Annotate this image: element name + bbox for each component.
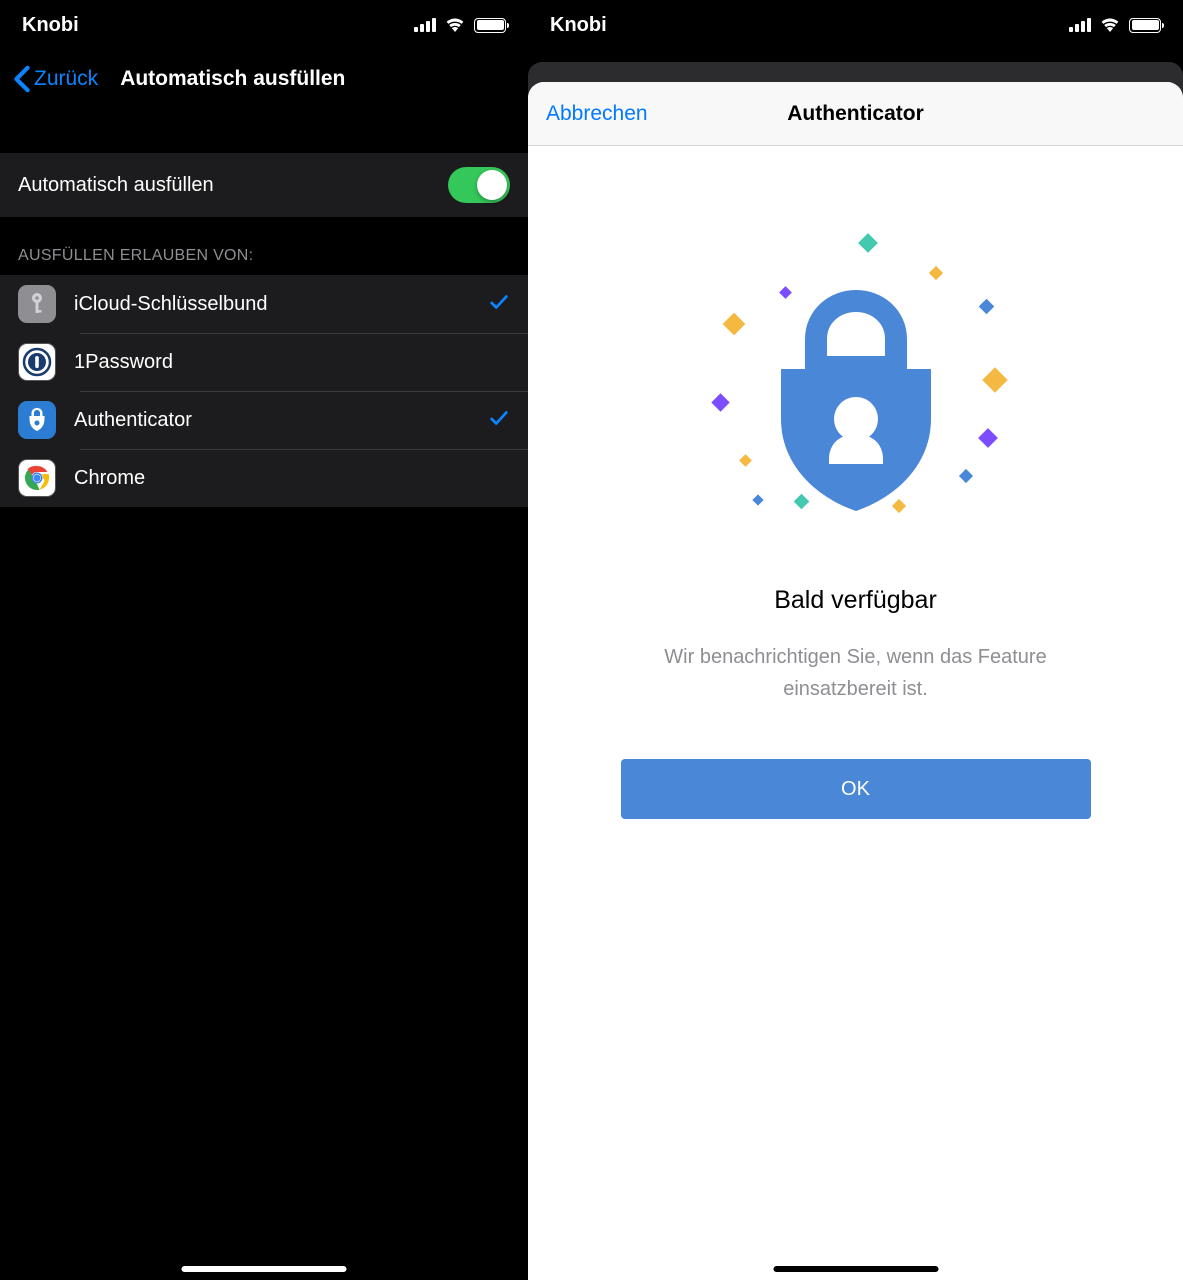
chrome-icon <box>18 459 56 497</box>
signal-icon <box>1069 18 1091 32</box>
app-row-authenticator[interactable]: Authenticator <box>0 391 528 449</box>
autofill-toggle-row[interactable]: Automatisch ausfüllen <box>0 153 528 217</box>
left-screenshot: Knobi Zurück Automatisch ausfüllen Autom… <box>0 0 528 1280</box>
status-icons <box>414 14 506 37</box>
battery-icon <box>474 18 506 33</box>
app-label: Chrome <box>74 467 510 490</box>
sparkle-icon <box>928 266 942 280</box>
carrier-label: Knobi <box>22 14 79 37</box>
home-indicator[interactable] <box>182 1266 347 1272</box>
shield-lock-icon <box>761 281 951 511</box>
right-screenshot: Knobi Abbrechen Authenticator <box>528 0 1183 1280</box>
cancel-button[interactable]: Abbrechen <box>546 102 648 126</box>
app-label: iCloud-Schlüsselbund <box>74 293 488 316</box>
authenticator-modal: Abbrechen Authenticator <box>528 82 1183 1280</box>
app-row-icloud[interactable]: iCloud-Schlüsselbund <box>0 275 528 333</box>
app-label: Authenticator <box>74 409 488 432</box>
nav-title: Automatisch ausfüllen <box>98 67 516 91</box>
sparkle-icon <box>982 367 1007 392</box>
lock-shield-illustration <box>686 226 1026 566</box>
allowed-apps-list: iCloud-Schlüsselbund 1Password Authentic… <box>0 275 528 507</box>
home-indicator[interactable] <box>773 1266 938 1272</box>
key-icon <box>18 285 56 323</box>
signal-icon <box>414 18 436 32</box>
modal-header: Abbrechen Authenticator <box>528 82 1183 146</box>
app-row-chrome[interactable]: Chrome <box>0 449 528 507</box>
wifi-icon <box>444 14 466 37</box>
modal-title: Authenticator <box>787 102 924 126</box>
status-bar: Knobi <box>0 0 528 50</box>
sparkle-icon <box>978 428 998 448</box>
status-bar: Knobi <box>528 0 1183 50</box>
sparkle-icon <box>958 469 972 483</box>
sparkle-icon <box>711 393 729 411</box>
app-label: 1Password <box>74 351 510 374</box>
battery-icon <box>1129 18 1161 33</box>
authenticator-icon <box>18 401 56 439</box>
coming-soon-subtitle: Wir benachrichtigen Sie, wenn das Featur… <box>636 641 1076 705</box>
autofill-toggle-label: Automatisch ausfüllen <box>18 174 214 197</box>
back-button[interactable]: Zurück <box>12 65 98 93</box>
sparkle-icon <box>739 454 752 467</box>
app-row-1password[interactable]: 1Password <box>0 333 528 391</box>
modal-body: Bald verfügbar Wir benachrichtigen Sie, … <box>528 146 1183 1280</box>
carrier-label: Knobi <box>550 14 607 37</box>
section-header: AUSFÜLLEN ERLAUBEN VON: <box>0 217 528 275</box>
sparkle-icon <box>978 299 994 315</box>
sparkle-icon <box>858 233 878 253</box>
check-icon <box>488 291 510 318</box>
onepassword-icon <box>18 343 56 381</box>
nav-bar: Zurück Automatisch ausfüllen <box>0 50 528 108</box>
autofill-switch[interactable] <box>448 167 510 203</box>
status-icons <box>1069 14 1161 37</box>
wifi-icon <box>1099 14 1121 37</box>
check-icon <box>488 407 510 434</box>
ok-button[interactable]: OK <box>621 759 1091 819</box>
back-label: Zurück <box>34 67 98 91</box>
coming-soon-heading: Bald verfügbar <box>774 586 937 615</box>
sparkle-icon <box>722 313 745 336</box>
settings-body: Automatisch ausfüllen AUSFÜLLEN ERLAUBEN… <box>0 108 528 1280</box>
